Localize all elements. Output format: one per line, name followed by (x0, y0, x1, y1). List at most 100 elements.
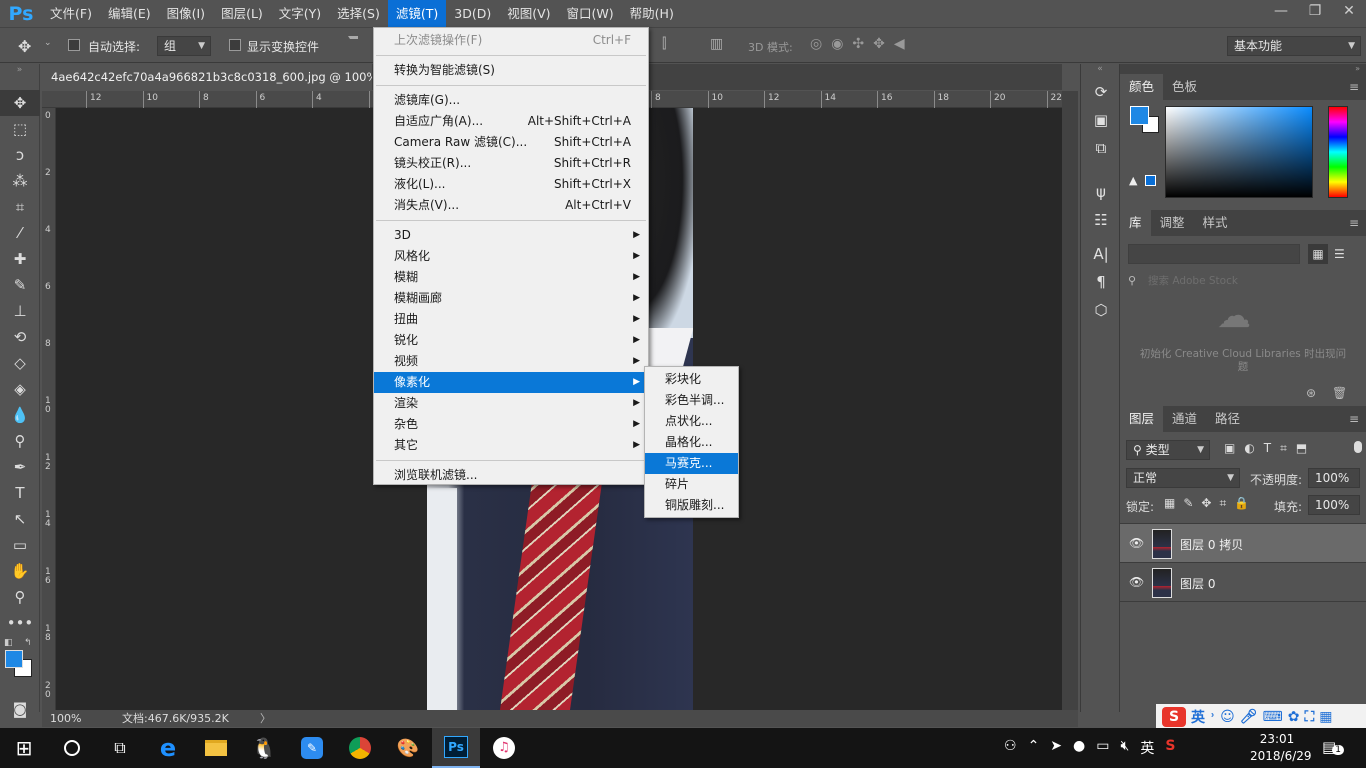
move-tool-icon[interactable]: ✥ (18, 37, 31, 56)
tray-expand-icon[interactable]: ⌃ (1028, 738, 1040, 758)
menu-item[interactable]: Camera Raw 滤镜(C)... Shift+Ctrl+A (374, 132, 648, 153)
menu-1[interactable]: 编辑(E) (100, 0, 159, 27)
tab-adjustments[interactable]: 调整 (1151, 210, 1194, 236)
search-button[interactable] (48, 728, 96, 768)
start-button[interactable]: ⊞ (0, 728, 48, 768)
close-button[interactable]: ✕ (1332, 0, 1366, 22)
crop-tool-icon[interactable]: ⌗ (0, 194, 40, 220)
lasso-tool-icon[interactable]: ↄ (0, 142, 40, 168)
taskbar-explorer[interactable] (192, 728, 240, 768)
blend-mode-dropdown[interactable]: 正常 ▼ (1126, 468, 1240, 488)
auto-align-icon[interactable]: ▥ (710, 36, 723, 52)
document-tab[interactable]: 4ae642c42efc70a4a966821b3c8c0318_600.jpg… (42, 64, 372, 90)
paint-bucket-icon[interactable]: ◈ (0, 376, 40, 402)
menu-5[interactable]: 选择(S) (329, 0, 388, 27)
show-transform-checkbox[interactable] (229, 39, 241, 51)
shape-tool-icon[interactable]: ▭ (0, 532, 40, 558)
menu-7[interactable]: 3D(D) (446, 0, 499, 27)
collapse-icon[interactable]: » (0, 64, 39, 90)
filter-toggle[interactable] (1354, 441, 1362, 453)
menu-item[interactable]: 其它 ▶ (374, 435, 648, 456)
history-icon[interactable]: ⟳ (1081, 78, 1121, 106)
menu-item[interactable]: 液化(L)... Shift+Ctrl+X (374, 174, 648, 195)
menu-item[interactable]: 自适应广角(A)... Alt+Shift+Ctrl+A (374, 111, 648, 132)
history-brush-icon[interactable]: ⟲ (0, 324, 40, 350)
visibility-eye-icon[interactable]: 👁︎ (1129, 536, 1144, 550)
layer-comps-icon[interactable]: ⧉ (1081, 134, 1121, 162)
trash-icon[interactable]: 🗑 (1332, 386, 1347, 400)
menu-10[interactable]: 帮助(H) (622, 0, 682, 27)
swap-colors-icon[interactable]: ↰ (24, 638, 32, 648)
eraser-icon[interactable]: ◇ (0, 350, 40, 376)
web-safe-swatch[interactable] (1145, 175, 1156, 186)
keyboard-icon[interactable]: ⌨ (1263, 709, 1283, 725)
visibility-eye-icon[interactable]: 👁︎ (1129, 575, 1144, 589)
warning-icon[interactable]: ▲ (1129, 174, 1137, 187)
menu-item[interactable]: 滤镜库(G)... (374, 90, 648, 111)
type-tool-icon[interactable]: T (0, 480, 40, 506)
move-tool-icon[interactable]: ✥ (0, 90, 40, 116)
menu-item[interactable]: 锐化 ▶ (374, 330, 648, 351)
task-view-button[interactable]: ⧉ (96, 728, 144, 768)
dodge-tool-icon[interactable]: ⚲ (0, 428, 40, 454)
status-arrow-icon[interactable]: 〉 (260, 710, 271, 727)
fill-input[interactable]: 100% (1308, 495, 1360, 515)
restore-button[interactable]: ❐ (1298, 0, 1332, 22)
tab-layers[interactable]: 图层 (1120, 406, 1164, 432)
blur-tool-icon[interactable]: 💧 (0, 402, 40, 428)
align-top-icon[interactable] (348, 36, 358, 50)
auto-select-checkbox[interactable] (68, 39, 80, 51)
3d-panel-icon[interactable]: ▣ (1081, 106, 1121, 134)
layer-filter-icons[interactable]: ▣◐T⌗⬒ (1224, 441, 1316, 456)
menu-item[interactable]: 风格化 ▶ (374, 246, 648, 267)
collapse-panels-icon[interactable]: » (1120, 64, 1366, 74)
taskbar-edge[interactable]: e (144, 728, 192, 768)
mic-icon[interactable]: 🎤︎ (1240, 709, 1258, 725)
menu-item[interactable]: 彩色半调... (645, 390, 738, 411)
menu-item[interactable]: 模糊画廊 ▶ (374, 288, 648, 309)
sogou-tray-icon[interactable]: S (1165, 738, 1175, 758)
foreground-color-swatch[interactable] (5, 650, 23, 668)
default-colors-icon[interactable]: ◧ (4, 638, 13, 648)
minimize-button[interactable]: — (1264, 0, 1298, 22)
menu-item[interactable]: 像素化 ▶ (374, 372, 648, 393)
skin-icon[interactable]: ✿ (1288, 709, 1300, 725)
volume-icon[interactable]: 🔇︎ (1120, 738, 1129, 758)
menu-item[interactable]: 铜版雕刻... (645, 495, 738, 516)
layer-name[interactable]: 图层 0 拷贝 (1180, 536, 1243, 553)
layer-filter-dropdown[interactable]: ⚲ 类型 ▼ (1126, 440, 1210, 460)
character-icon[interactable]: A| (1081, 240, 1121, 268)
panel-menu-icon[interactable]: ≡ (1342, 74, 1366, 100)
workspace-dropdown[interactable]: 基本功能 ▼ (1227, 36, 1361, 56)
taskbar-paint[interactable]: 🎨 (384, 728, 432, 768)
menu-item[interactable]: 渲染 ▶ (374, 393, 648, 414)
ime-lang[interactable]: 英 (1191, 707, 1205, 727)
taskbar-notes[interactable]: ✎ (288, 728, 336, 768)
pen-tool-icon[interactable]: ✒ (0, 454, 40, 480)
library-dropdown[interactable] (1128, 244, 1300, 264)
menu-6[interactable]: 滤镜(T) (387, 0, 447, 27)
cc-icon[interactable]: ⊛ (1306, 386, 1316, 400)
taskbar-photoshop[interactable]: Ps (432, 728, 480, 768)
quick-mask-icon[interactable]: ◙ (0, 696, 40, 722)
layer-name[interactable]: 图层 0 (1180, 575, 1215, 592)
fg-color-chip[interactable] (1130, 106, 1149, 125)
vertical-scrollbar[interactable] (1062, 91, 1078, 710)
marquee-tool-icon[interactable]: ⬚ (0, 116, 40, 142)
menu-0[interactable]: 文件(F) (42, 0, 100, 27)
tab-libraries[interactable]: 库 (1120, 210, 1151, 236)
menu-item[interactable]: 扭曲 ▶ (374, 309, 648, 330)
zoom-level[interactable]: 100% (50, 710, 81, 727)
emoji-icon[interactable]: ☺ (1220, 709, 1235, 725)
grid-view-icon[interactable]: ▦ (1308, 244, 1328, 264)
action-center-icon[interactable]: ▤1 (1322, 738, 1344, 756)
tab-styles[interactable]: 样式 (1194, 210, 1237, 236)
menu-item[interactable]: 转换为智能滤镜(S) (374, 60, 648, 81)
sogou-logo-icon[interactable]: S (1162, 707, 1186, 727)
menu-item[interactable]: 碎片 (645, 474, 738, 495)
menu-9[interactable]: 窗口(W) (559, 0, 622, 27)
tools-grid-icon[interactable]: ▦ (1319, 709, 1332, 725)
expand-icon[interactable]: « (1081, 64, 1119, 78)
stamp-tool-icon[interactable]: ⊥ (0, 298, 40, 324)
panel-menu-icon[interactable]: ≡ (1342, 210, 1366, 236)
